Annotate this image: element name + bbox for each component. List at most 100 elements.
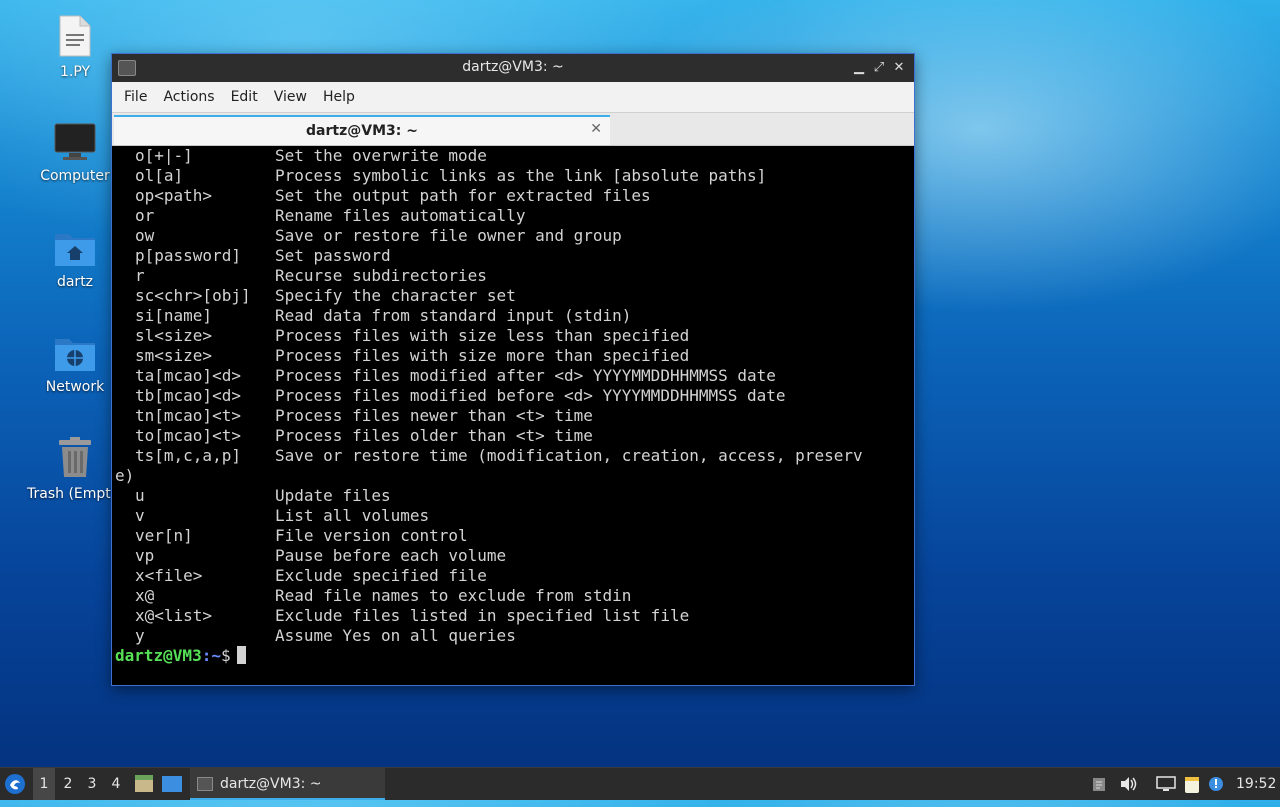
app-menu-button[interactable] [4, 768, 28, 800]
option-flag: si[name] [135, 306, 213, 325]
option-description: Set the output path for extracted files [275, 186, 651, 205]
option-flag: u [135, 486, 145, 505]
terminal-line: si[name] Read data from standard input (s… [115, 306, 914, 326]
terminal-line: to[mcao]<t> Process files older than <t> … [115, 426, 914, 446]
window-titlebar[interactable]: dartz@VM3: ~ ▁ ⤢ ✕ [112, 54, 914, 82]
tab-bar: dartz@VM3: ~ ✕ [112, 113, 914, 146]
terminal-line: ol[a] Process symbolic links as the link … [115, 166, 914, 186]
prompt-line[interactable]: dartz@VM3:~$ [115, 646, 914, 666]
option-flag: sc<chr>[obj] [135, 286, 251, 305]
terminal-line: vp Pause before each volume [115, 546, 914, 566]
terminal-line: x@<list> Exclude files listed in specifie… [115, 606, 914, 626]
option-flag: p[password] [135, 246, 241, 265]
option-flag: y [135, 626, 145, 645]
option-description: Save or restore time (modification, crea… [275, 446, 863, 465]
clipboard-icon[interactable] [1091, 776, 1107, 792]
option-flag: x@ [135, 586, 155, 605]
workspace-4[interactable]: 4 [105, 768, 127, 800]
terminal-line: x<file> Exclude specified file [115, 566, 914, 586]
option-flag: x@<list> [135, 606, 213, 625]
terminal-line: tb[mcao]<d> Process files modified before… [115, 386, 914, 406]
network-status-icon[interactable] [1156, 776, 1176, 792]
terminal-line: ta[mcao]<d> Process files modified after … [115, 366, 914, 386]
menubar: File Actions Edit View Help [112, 82, 914, 113]
option-flag: r [135, 266, 145, 285]
menu-file[interactable]: File [116, 89, 155, 105]
clock[interactable]: 19:52 [1236, 768, 1276, 800]
terminal-line: tn[mcao]<t> Process files newer than <t> … [115, 406, 914, 426]
menu-help[interactable]: Help [315, 89, 363, 105]
terminal-output[interactable]: o[+|-] Set the overwrite mode ol[a] Process… [112, 146, 914, 685]
file-manager-icon [135, 775, 153, 792]
menu-edit[interactable]: Edit [223, 89, 266, 105]
option-description: Save or restore file owner and group [275, 226, 622, 245]
prompt-path: :~ [201, 646, 221, 665]
tab-title: dartz@VM3: ~ [306, 123, 418, 139]
option-flag: tn[mcao]<t> [135, 406, 241, 425]
text-cursor [236, 646, 246, 664]
file-manager-launcher[interactable] [134, 768, 156, 800]
terminal-line: ow Save or restore file owner and group [115, 226, 914, 246]
notes-icon[interactable] [1183, 776, 1201, 794]
option-flag: ts[m,c,a,p] [135, 446, 241, 465]
workspace-3[interactable]: 3 [81, 768, 103, 800]
maximize-icon[interactable]: ⤢ [870, 59, 888, 77]
tab-terminal[interactable]: dartz@VM3: ~ ✕ [114, 115, 610, 145]
option-flag: or [135, 206, 155, 225]
option-description: Exclude files listed in specified list f… [275, 606, 690, 625]
window-title: dartz@VM3: ~ [462, 59, 564, 75]
terminal-line: x@ Read file names to exclude from stdin [115, 586, 914, 606]
option-description: List all volumes [275, 506, 430, 525]
update-notifier-icon[interactable] [1208, 776, 1224, 792]
terminal-line: ts[m,c,a,p] Save or restore time (modific… [115, 446, 914, 466]
terminal-line: op<path> Set the output path for extracte… [115, 186, 914, 206]
option-flag: ol[a] [135, 166, 184, 185]
terminal-line: e) [115, 466, 135, 485]
workspace-1[interactable]: 1 [33, 768, 55, 800]
option-flag: ta[mcao]<d> [135, 366, 241, 385]
terminal-line: v List all volumes [115, 506, 914, 526]
option-flag: tb[mcao]<d> [135, 386, 241, 405]
option-flag: sm<size> [135, 346, 213, 365]
option-description: Exclude specified file [275, 566, 487, 585]
tab-close-icon[interactable]: ✕ [590, 121, 602, 137]
workspace-2[interactable]: 2 [57, 768, 79, 800]
terminal-line: u Update files [115, 486, 914, 506]
trash-icon [59, 437, 91, 477]
option-description: Process files newer than <t> time [275, 406, 593, 425]
menu-view[interactable]: View [266, 89, 315, 105]
option-description: Process files with size more than specif… [275, 346, 690, 365]
desktop-icon [162, 776, 182, 792]
option-description: Process symbolic links as the link [abso… [275, 166, 767, 185]
close-icon[interactable]: ✕ [890, 59, 908, 77]
text-file-icon [59, 15, 91, 57]
option-flag: o[+|-] [135, 146, 193, 165]
taskbar-task-terminal[interactable]: dartz@VM3: ~ [190, 768, 385, 800]
computer-icon [54, 123, 96, 160]
terminal-window[interactable]: dartz@VM3: ~ ▁ ⤢ ✕ File Actions Edit Vie… [111, 53, 915, 686]
option-description: File version control [275, 526, 468, 545]
option-flag: ver[n] [135, 526, 193, 545]
option-description: Read data from standard input (stdin) [275, 306, 632, 325]
desktop-icon-trash[interactable]: Trash (Empty) [27, 436, 123, 502]
option-flag: v [135, 506, 145, 525]
taskbar: 1 2 3 4 dartz@VM3: ~ 19:52 [0, 767, 1280, 800]
option-description: Pause before each volume [275, 546, 507, 565]
menu-actions[interactable]: Actions [155, 89, 222, 105]
minimize-icon[interactable]: ▁ [850, 59, 868, 77]
desktop-icon-label: Trash (Empty) [27, 486, 123, 502]
option-description: Rename files automatically [275, 206, 526, 225]
terminal-line: r Recurse subdirectories [115, 266, 914, 286]
option-flag: vp [135, 546, 155, 565]
option-flag: to[mcao]<t> [135, 426, 241, 445]
prompt-symbol: $ [220, 646, 231, 665]
show-desktop-button[interactable] [162, 768, 184, 800]
volume-icon[interactable] [1119, 776, 1137, 792]
option-description: Process files with size less than specif… [275, 326, 690, 345]
terminal-line: sl<size> Process files with size less tha… [115, 326, 914, 346]
option-description: Read file names to exclude from stdin [275, 586, 632, 605]
prompt-user: dartz@VM3 [115, 646, 202, 665]
start-menu-icon [5, 774, 25, 794]
option-description: Update files [275, 486, 391, 505]
home-folder-icon [55, 234, 95, 266]
